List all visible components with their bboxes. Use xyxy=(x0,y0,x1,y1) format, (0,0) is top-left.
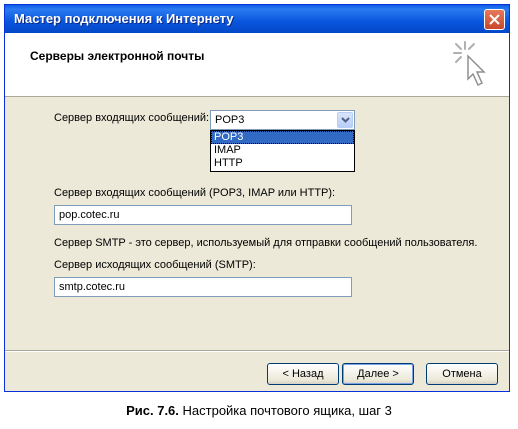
close-icon xyxy=(489,14,500,25)
incoming-server-value: pop.cotec.ru xyxy=(59,209,120,221)
incoming-type-label: Сервер входящих сообщений: xyxy=(54,112,210,124)
incoming-server-field[interactable]: pop.cotec.ru xyxy=(54,205,352,225)
chevron-down-icon xyxy=(341,117,350,123)
wizard-window: Мастер подключения к Интернету Серверы э… xyxy=(4,4,510,392)
outgoing-server-field[interactable]: smtp.cotec.ru xyxy=(54,277,352,297)
figure-caption-text: Настройка почтового ящика, шаг 3 xyxy=(178,403,392,418)
page-title: Серверы электронной почты xyxy=(30,49,205,63)
dropdown-option-pop3[interactable]: POP3 xyxy=(211,131,354,144)
incoming-server-label: Сервер входящих сообщений (POP3, IMAP ил… xyxy=(54,187,336,199)
next-button[interactable]: Далее > xyxy=(342,363,414,385)
back-button[interactable]: < Назад xyxy=(267,363,339,385)
window-title: Мастер подключения к Интернету xyxy=(14,11,234,26)
dropdown-option-imap[interactable]: IMAP xyxy=(211,144,354,157)
title-bar[interactable]: Мастер подключения к Интернету xyxy=(5,5,509,33)
smtp-note: Сервер SMTP - это сервер, используемый д… xyxy=(54,237,478,249)
dropdown-option-http[interactable]: HTTP xyxy=(211,157,354,170)
incoming-type-dropdown-list: POP3 IMAP HTTP xyxy=(210,130,355,172)
figure-number: Рис. 7.6. xyxy=(126,403,179,418)
outgoing-server-value: smtp.cotec.ru xyxy=(59,281,126,293)
incoming-type-select[interactable]: POP3 xyxy=(210,110,355,130)
close-button[interactable] xyxy=(484,9,505,30)
wizard-header: Серверы электронной почты xyxy=(5,33,509,97)
footer-divider xyxy=(5,350,509,352)
incoming-type-value: POP3 xyxy=(215,114,245,126)
dropdown-button[interactable] xyxy=(337,112,353,128)
outgoing-server-label: Сервер исходящих сообщений (SMTP): xyxy=(54,259,256,271)
figure-caption: Рис. 7.6. Настройка почтового ящика, шаг… xyxy=(0,403,518,418)
cancel-button[interactable]: Отмена xyxy=(426,363,498,385)
wizard-cursor-icon xyxy=(453,41,486,87)
